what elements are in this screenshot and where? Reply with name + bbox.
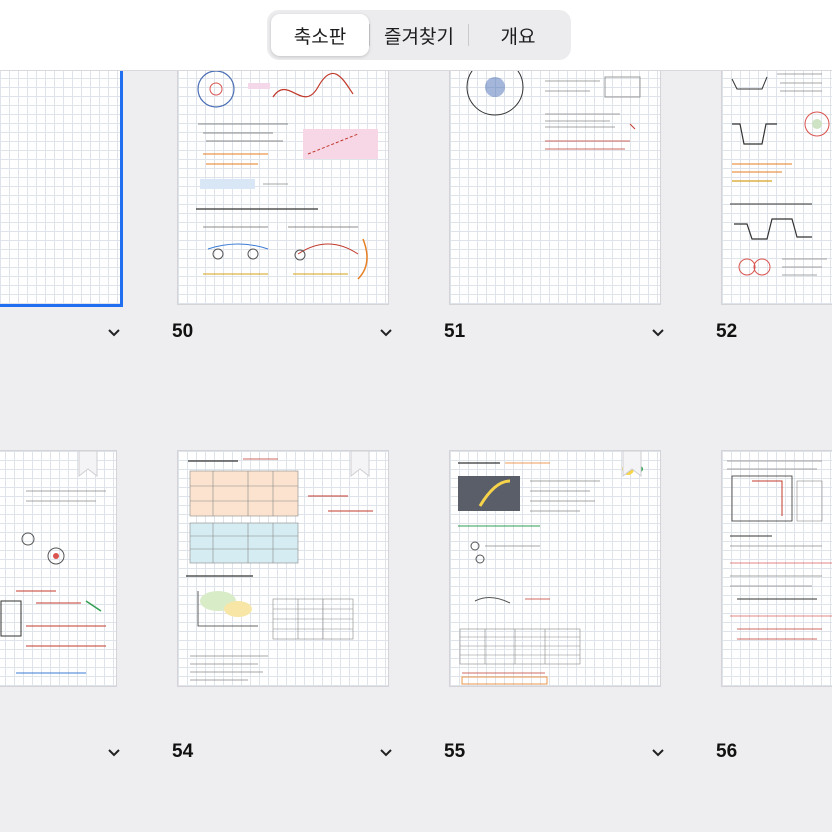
page-thumbnail-49[interactable]: [0, 71, 120, 304]
tab-favorites[interactable]: 즐겨찾기: [370, 14, 468, 56]
page-thumbnail-53[interactable]: [0, 451, 116, 686]
page-thumbnail-50[interactable]: [178, 71, 388, 304]
bookmark-icon[interactable]: [622, 451, 642, 477]
thumbnail-grid: 50 51 52 54 55 56: [0, 71, 832, 832]
chevron-down-icon[interactable]: [379, 748, 393, 758]
bookmark-icon[interactable]: [350, 451, 370, 477]
handwritten-notes: [730, 73, 830, 276]
page-number: 51: [444, 321, 466, 342]
top-toolbar: 축소판 즐겨찾기 개요: [0, 0, 832, 71]
handwritten-notes: [0, 490, 106, 674]
page-number: 50: [172, 321, 194, 342]
page-thumbnail-56[interactable]: [722, 451, 832, 686]
tab-outline[interactable]: 개요: [469, 14, 567, 56]
page-thumbnail-54[interactable]: [178, 451, 388, 686]
tab-thumbnails[interactable]: 축소판: [271, 14, 369, 56]
handwritten-notes: [727, 460, 832, 640]
page-thumbnail-51[interactable]: [450, 71, 660, 304]
chevron-down-icon[interactable]: [107, 328, 121, 338]
page-number: 56: [716, 741, 738, 762]
chevron-down-icon[interactable]: [379, 328, 393, 338]
handwritten-notes: [466, 71, 641, 150]
page-number: 55: [444, 741, 466, 762]
handwritten-notes: [458, 462, 643, 685]
page-thumbnail-55[interactable]: [450, 451, 660, 686]
page-number: 52: [716, 321, 738, 342]
chevron-down-icon[interactable]: [107, 748, 121, 758]
chevron-down-icon[interactable]: [651, 328, 665, 338]
bookmark-icon[interactable]: [78, 451, 98, 477]
view-mode-segmented-control: 축소판 즐겨찾기 개요: [267, 10, 571, 60]
page-number: 54: [172, 741, 194, 762]
handwritten-notes: [186, 458, 373, 681]
chevron-down-icon[interactable]: [651, 748, 665, 758]
handwritten-notes: [196, 71, 378, 280]
page-thumbnail-52[interactable]: [722, 71, 832, 304]
